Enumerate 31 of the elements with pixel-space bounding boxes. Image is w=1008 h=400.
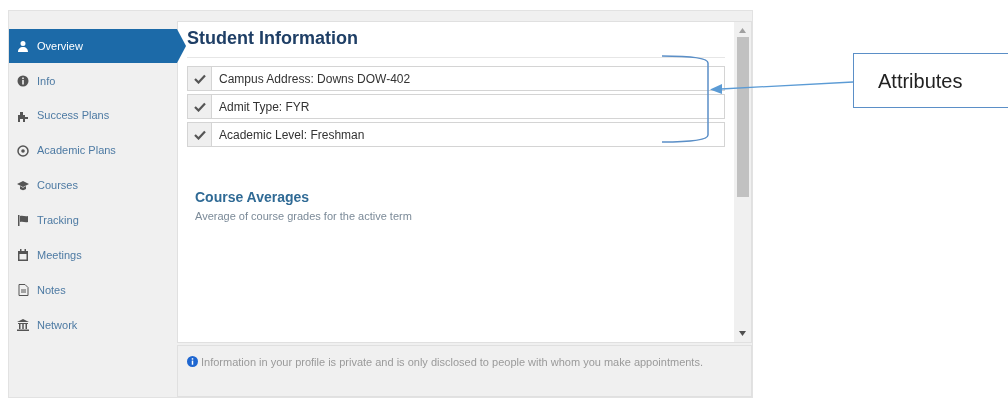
sidebar-item[interactable]: Network: [9, 308, 177, 342]
scrollbar[interactable]: [734, 22, 751, 342]
sidebar-item[interactable]: Courses: [9, 168, 177, 203]
sidebar-icon: [17, 249, 29, 262]
sidebar-icon: [17, 74, 29, 87]
scroll-down-icon[interactable]: [739, 331, 746, 336]
section-title: Student Information: [187, 25, 725, 58]
section-heading: Course Averages: [195, 188, 311, 207]
info-icon: [187, 356, 198, 367]
attribute-text: Admit Type: FYR: [218, 98, 310, 116]
scrollbar-thumb[interactable]: [736, 37, 749, 197]
sidebar-icon: [17, 284, 29, 297]
scroll-up-icon[interactable]: [739, 28, 746, 33]
sidebar-item[interactable]: Notes: [9, 273, 177, 308]
sidebar-icon: [17, 109, 29, 122]
sidebar-item[interactable]: Tracking: [9, 203, 177, 238]
sidebar-icon: [17, 214, 29, 227]
sidebar-item[interactable]: Meetings: [9, 238, 177, 273]
sidebar-icon: [17, 319, 29, 332]
sidebar-item[interactable]: Overview: [9, 29, 186, 63]
sidebar-icon: [17, 39, 29, 52]
sidebar-item[interactable]: Info: [9, 63, 177, 98]
sidebar-icon: [17, 144, 29, 157]
privacy-notice: Information in your profile is private and is only disclosed to people with whom you make appointments.: [187, 352, 707, 372]
sidebar-item[interactable]: Success Plans: [9, 98, 177, 133]
section-description: Average of course grades for the active term: [195, 209, 413, 224]
sidebar-item[interactable]: Academic Plans: [9, 133, 177, 168]
attribute-text: Campus Address: Downs DOW-402: [218, 70, 411, 88]
sidebar-icon: [17, 179, 29, 192]
attribute-text: Academic Level: Freshman: [218, 126, 365, 144]
callout-label: Attributes: [853, 53, 1008, 108]
